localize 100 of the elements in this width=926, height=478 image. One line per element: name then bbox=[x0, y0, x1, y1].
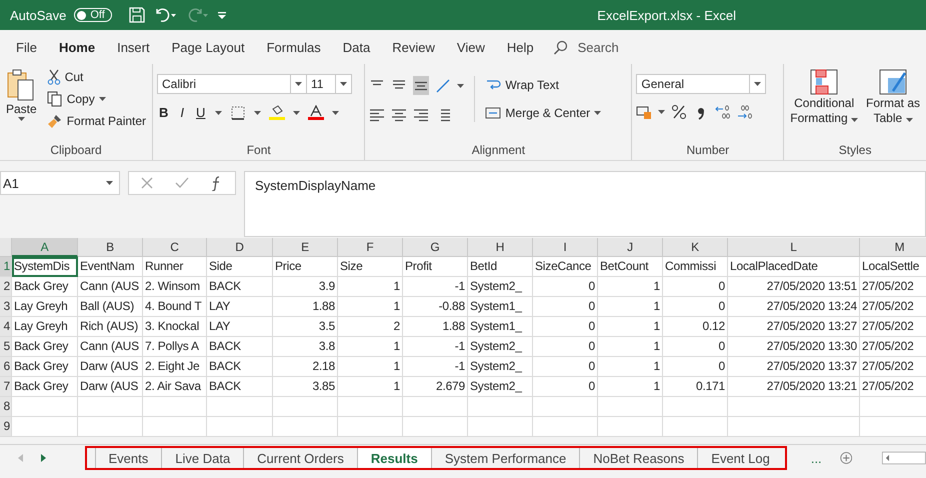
column-header[interactable]: F bbox=[338, 238, 403, 257]
table-cell: LocalPlacedDate bbox=[728, 257, 860, 277]
caret-icon[interactable] bbox=[850, 118, 858, 122]
caret-icon[interactable] bbox=[98, 97, 106, 101]
borders-icon[interactable] bbox=[230, 104, 246, 120]
paste-button[interactable]: Paste bbox=[4, 68, 39, 143]
caret-icon[interactable] bbox=[906, 118, 912, 122]
sheet-tab[interactable]: System Performance bbox=[430, 448, 580, 468]
caret-icon[interactable] bbox=[340, 82, 347, 86]
ribbon-tab[interactable]: Formulas bbox=[256, 34, 332, 60]
wrap-text-button[interactable]: Wrap Text bbox=[483, 76, 604, 94]
merge-cells-icon[interactable] bbox=[485, 105, 502, 121]
cut-button[interactable]: Cut bbox=[44, 68, 148, 86]
percent-icon[interactable] bbox=[671, 104, 688, 120]
row-number[interactable]: 2 bbox=[0, 277, 12, 297]
ribbon-tab[interactable]: Review bbox=[381, 34, 446, 60]
table-cell: System2_ bbox=[468, 277, 533, 297]
currency-icon[interactable] bbox=[636, 104, 652, 120]
caret-icon[interactable] bbox=[295, 82, 302, 86]
column-header[interactable]: I bbox=[533, 238, 598, 257]
customize-icon[interactable] bbox=[218, 11, 226, 19]
caret-icon[interactable] bbox=[293, 110, 300, 114]
bold-button[interactable]: B bbox=[157, 104, 170, 121]
column-header[interactable]: B bbox=[78, 238, 143, 257]
row-number[interactable]: 7 bbox=[0, 377, 12, 397]
text-orientation-icon[interactable] bbox=[435, 78, 452, 94]
table-cell: Side bbox=[207, 257, 273, 277]
format-painter-button[interactable]: Format Painter bbox=[44, 112, 148, 130]
save-icon[interactable] bbox=[128, 6, 146, 24]
align-left-icon[interactable] bbox=[369, 107, 386, 123]
italic-button[interactable]: I bbox=[178, 104, 186, 121]
ribbon-tab[interactable]: File bbox=[5, 34, 48, 60]
row-number[interactable]: 1 bbox=[0, 257, 12, 277]
column-header[interactable]: C bbox=[143, 238, 207, 257]
undo-icon[interactable] bbox=[154, 6, 178, 24]
sheet-tab[interactable]: Event Log bbox=[697, 448, 783, 468]
sheet-tab[interactable]: Results bbox=[356, 448, 431, 468]
decrease-decimal-icon[interactable] bbox=[737, 104, 754, 120]
column-header[interactable]: L bbox=[728, 238, 860, 257]
sheet-tab[interactable]: Live Data bbox=[161, 448, 244, 468]
caret-icon[interactable] bbox=[215, 110, 222, 114]
row-number[interactable]: 8 bbox=[0, 397, 12, 417]
ribbon-tab[interactable]: Home bbox=[48, 34, 106, 60]
sheet-tab[interactable]: Events bbox=[94, 448, 162, 468]
align-center-icon[interactable] bbox=[391, 107, 408, 123]
font-name-field[interactable]: Calibri bbox=[157, 74, 291, 94]
column-header[interactable]: K bbox=[663, 238, 728, 257]
horizontal-scrollbar[interactable] bbox=[882, 450, 926, 466]
copy-button[interactable]: Copy bbox=[44, 90, 148, 108]
caret-icon[interactable] bbox=[457, 84, 464, 88]
dropdown-button[interactable] bbox=[336, 74, 352, 94]
merge-center-button[interactable]: Merge & Center bbox=[483, 104, 604, 122]
caret-icon[interactable] bbox=[18, 117, 25, 121]
add-sheet-icon[interactable] bbox=[840, 450, 852, 466]
row-number[interactable]: 6 bbox=[0, 357, 12, 377]
empty-cell bbox=[143, 417, 207, 437]
caret-icon[interactable] bbox=[106, 181, 113, 185]
ribbon-tab[interactable]: View bbox=[446, 34, 496, 60]
caret-icon[interactable] bbox=[254, 110, 262, 114]
ribbon-tab[interactable]: Help bbox=[496, 34, 545, 60]
row-number[interactable]: 9 bbox=[0, 417, 12, 437]
table-cell: 0 bbox=[663, 277, 728, 297]
column-header[interactable]: D bbox=[207, 238, 273, 257]
ribbon-tab[interactable]: Insert bbox=[106, 34, 161, 60]
caret-icon[interactable] bbox=[594, 111, 602, 115]
align-right-icon[interactable] bbox=[413, 107, 430, 123]
sheet-tab[interactable]: NoBet Reasons bbox=[579, 448, 698, 468]
autosave-toggle[interactable]: Off bbox=[74, 8, 112, 22]
next-sheet-icon[interactable] bbox=[41, 454, 46, 462]
column-header[interactable]: A bbox=[12, 238, 78, 257]
caret-icon[interactable] bbox=[332, 110, 340, 114]
row-number[interactable]: 3 bbox=[0, 297, 12, 317]
column-header[interactable]: J bbox=[598, 238, 663, 257]
caret-icon[interactable] bbox=[754, 82, 762, 86]
column-header[interactable]: G bbox=[403, 238, 468, 257]
table-cell: 0 bbox=[663, 357, 728, 377]
number-format-field[interactable]: General bbox=[636, 74, 750, 94]
search-field[interactable]: Search bbox=[576, 38, 660, 56]
font-size-field[interactable]: 11 bbox=[306, 74, 336, 94]
formula-field[interactable]: SystemDisplayName bbox=[244, 171, 926, 237]
column-header[interactable]: E bbox=[273, 238, 338, 257]
row-number[interactable]: 5 bbox=[0, 337, 12, 357]
table-cell: Rich (AUS) bbox=[78, 317, 143, 337]
dropdown-button[interactable] bbox=[750, 74, 766, 94]
name-box[interactable]: A1 bbox=[0, 171, 120, 195]
fill-color-icon[interactable] bbox=[269, 104, 286, 120]
dropdown-button[interactable] bbox=[291, 74, 307, 94]
format-as-table-button[interactable]: Format as Table bbox=[864, 68, 922, 126]
ribbon-tab[interactable]: Data bbox=[332, 34, 382, 60]
caret-icon[interactable] bbox=[658, 110, 666, 114]
font-color-icon[interactable] bbox=[308, 104, 324, 120]
increase-decimal-icon[interactable] bbox=[715, 104, 732, 120]
empty-cell bbox=[403, 397, 468, 417]
underline-button[interactable]: U bbox=[194, 104, 208, 121]
more-sheets-button[interactable]: ... bbox=[804, 450, 828, 466]
conditional-formatting-button[interactable]: Conditional Formatting bbox=[788, 68, 860, 126]
table-cell: 0 bbox=[533, 337, 598, 357]
row-number[interactable]: 4 bbox=[0, 317, 12, 337]
ribbon-tab[interactable]: Page Layout bbox=[160, 34, 256, 60]
column-header[interactable]: H bbox=[468, 238, 533, 257]
